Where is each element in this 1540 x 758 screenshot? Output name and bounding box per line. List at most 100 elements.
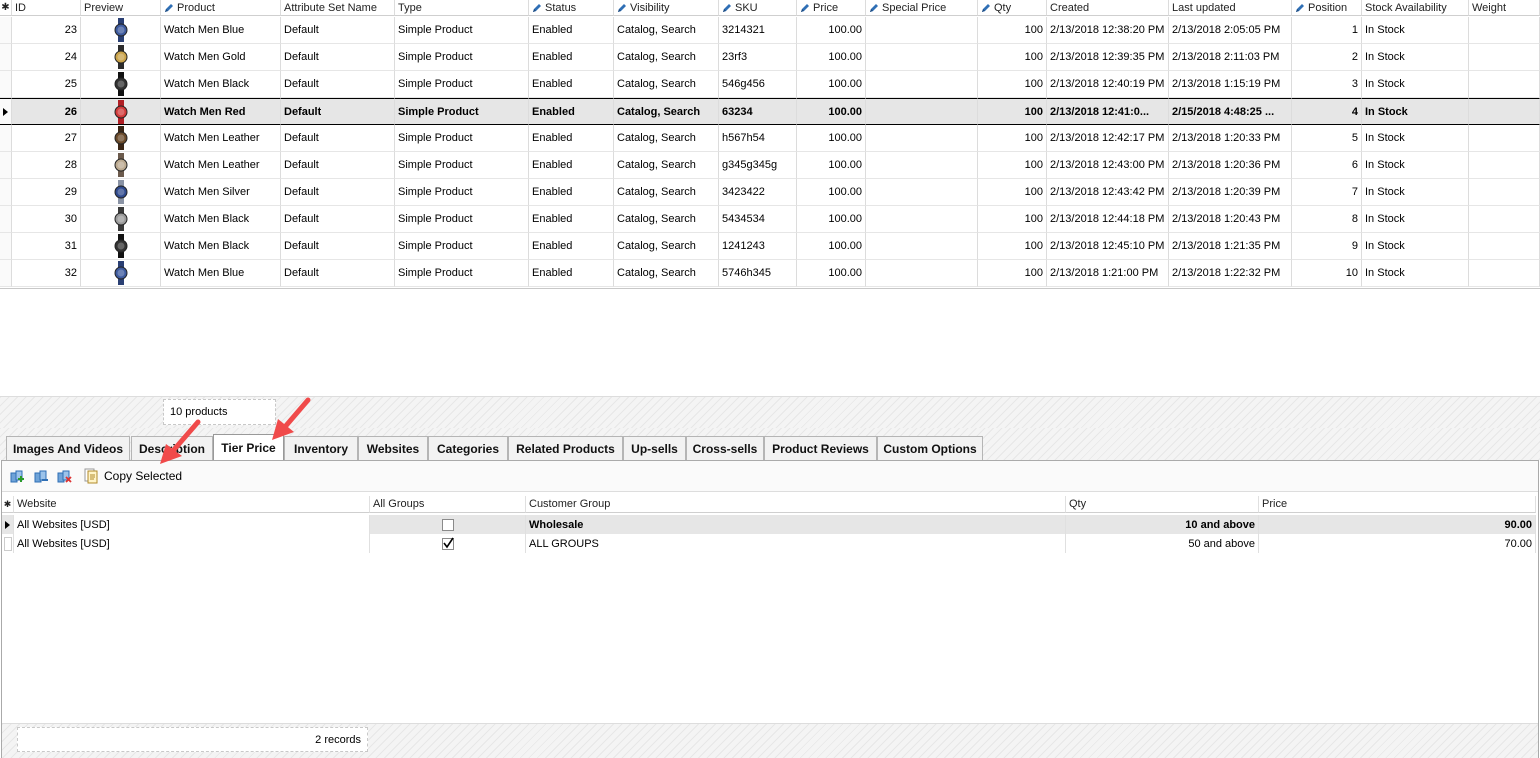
select-all-icon[interactable]: ✱ [2,496,14,513]
tab-up-sells[interactable]: Up-sells [623,436,686,460]
row-indicator[interactable] [0,179,12,206]
cell-attr-set[interactable]: Default [281,206,395,233]
cell-position[interactable]: 2 [1292,44,1362,71]
cell-id[interactable]: 32 [12,260,81,287]
column-header-type[interactable]: Type [395,0,529,16]
tier-cell-qty[interactable]: 10 and above [1066,515,1259,534]
cell-updated[interactable]: 2/13/2018 1:21:35 PM [1169,233,1292,260]
column-header-qty[interactable]: Qty [978,0,1047,16]
cell-preview[interactable] [81,152,161,179]
cell-type[interactable]: Simple Product [395,206,529,233]
cell-attr-set[interactable]: Default [281,71,395,98]
tier-header-price[interactable]: Price [1259,496,1536,513]
cell-updated[interactable]: 2/13/2018 1:20:33 PM [1169,125,1292,152]
cell-attr-set[interactable]: Default [281,179,395,206]
cell-sku[interactable]: 546g456 [719,71,797,98]
cell-visibility[interactable]: Catalog, Search [614,152,719,179]
cell-id[interactable]: 28 [12,152,81,179]
row-indicator[interactable] [0,44,12,71]
cell-special-price[interactable] [866,179,978,206]
tab-custom-options[interactable]: Custom Options [877,436,983,460]
cell-status[interactable]: Enabled [529,260,614,287]
add-row-icon[interactable] [9,468,25,484]
select-all-icon[interactable]: ✱ [0,0,12,16]
row-indicator[interactable] [0,206,12,233]
cell-sku[interactable]: 23rf3 [719,44,797,71]
cell-created[interactable]: 2/13/2018 1:21:00 PM [1047,260,1169,287]
cell-visibility[interactable]: Catalog, Search [614,98,719,125]
cell-price[interactable]: 100.00 [797,98,866,125]
cell-qty[interactable]: 100 [978,233,1047,260]
insert-row-icon[interactable] [33,468,49,484]
row-indicator[interactable] [2,534,14,553]
cell-visibility[interactable]: Catalog, Search [614,71,719,98]
cell-product[interactable]: Watch Men Gold [161,44,281,71]
cell-product[interactable]: Watch Men Red [161,98,281,125]
cell-visibility[interactable]: Catalog, Search [614,44,719,71]
cell-type[interactable]: Simple Product [395,179,529,206]
cell-qty[interactable]: 100 [978,71,1047,98]
cell-weight[interactable] [1469,206,1540,233]
cell-id[interactable]: 25 [12,71,81,98]
tier-price-row[interactable]: All Websites [USD] Wholesale 10 and above 9… [2,515,1536,534]
cell-price[interactable]: 100.00 [797,179,866,206]
cell-price[interactable]: 100.00 [797,260,866,287]
cell-qty[interactable]: 100 [978,260,1047,287]
cell-price[interactable]: 100.00 [797,206,866,233]
tier-cell-qty[interactable]: 50 and above [1066,534,1259,553]
cell-stock[interactable]: In Stock [1362,260,1469,287]
cell-type[interactable]: Simple Product [395,71,529,98]
cell-attr-set[interactable]: Default [281,125,395,152]
cell-updated[interactable]: 2/13/2018 2:11:03 PM [1169,44,1292,71]
cell-created[interactable]: 2/13/2018 12:41:0... [1047,98,1169,125]
cell-position[interactable]: 9 [1292,233,1362,260]
product-row[interactable]: 30 Watch Men Black Default Simple Product En… [0,206,1540,233]
tier-header-website[interactable]: Website [14,496,370,513]
column-header-position[interactable]: Position [1292,0,1362,16]
cell-status[interactable]: Enabled [529,179,614,206]
tab-images-and-videos[interactable]: Images And Videos [6,436,130,460]
column-header-visibility[interactable]: Visibility [614,0,719,16]
cell-product[interactable]: Watch Men Blue [161,17,281,44]
cell-created[interactable]: 2/13/2018 12:45:10 PM [1047,233,1169,260]
cell-id[interactable]: 27 [12,125,81,152]
product-row[interactable]: 29 Watch Men Silver Default Simple Product E… [0,179,1540,206]
row-indicator[interactable] [0,71,12,98]
column-header-preview[interactable]: Preview [81,0,161,16]
cell-position[interactable]: 6 [1292,152,1362,179]
cell-position[interactable]: 4 [1292,98,1362,125]
cell-weight[interactable] [1469,71,1540,98]
cell-price[interactable]: 100.00 [797,17,866,44]
cell-stock[interactable]: In Stock [1362,71,1469,98]
cell-updated[interactable]: 2/13/2018 2:05:05 PM [1169,17,1292,44]
tab-product-reviews[interactable]: Product Reviews [764,436,877,460]
cell-special-price[interactable] [866,71,978,98]
cell-updated[interactable]: 2/13/2018 1:15:19 PM [1169,71,1292,98]
cell-updated[interactable]: 2/13/2018 1:20:43 PM [1169,206,1292,233]
cell-visibility[interactable]: Catalog, Search [614,233,719,260]
cell-position[interactable]: 1 [1292,17,1362,44]
cell-id[interactable]: 24 [12,44,81,71]
tier-header-all-groups[interactable]: All Groups [370,496,526,513]
cell-attr-set[interactable]: Default [281,260,395,287]
product-row[interactable]: 24 Watch Men Gold Default Simple Product Ena… [0,44,1540,71]
cell-visibility[interactable]: Catalog, Search [614,206,719,233]
cell-status[interactable]: Enabled [529,152,614,179]
cell-position[interactable]: 5 [1292,125,1362,152]
cell-created[interactable]: 2/13/2018 12:43:00 PM [1047,152,1169,179]
cell-qty[interactable]: 100 [978,179,1047,206]
column-header-weight[interactable]: Weight [1469,0,1540,16]
cell-stock[interactable]: In Stock [1362,17,1469,44]
cell-sku[interactable]: g345g345g [719,152,797,179]
column-header-status[interactable]: Status [529,0,614,16]
row-indicator[interactable] [0,260,12,287]
cell-product[interactable]: Watch Men Leather [161,125,281,152]
cell-attr-set[interactable]: Default [281,44,395,71]
cell-created[interactable]: 2/13/2018 12:38:20 PM [1047,17,1169,44]
tier-cell-website[interactable]: All Websites [USD] [14,534,370,553]
cell-status[interactable]: Enabled [529,206,614,233]
column-header-id[interactable]: ID [12,0,81,16]
cell-sku[interactable]: h567h54 [719,125,797,152]
cell-special-price[interactable] [866,98,978,125]
cell-weight[interactable] [1469,98,1540,125]
